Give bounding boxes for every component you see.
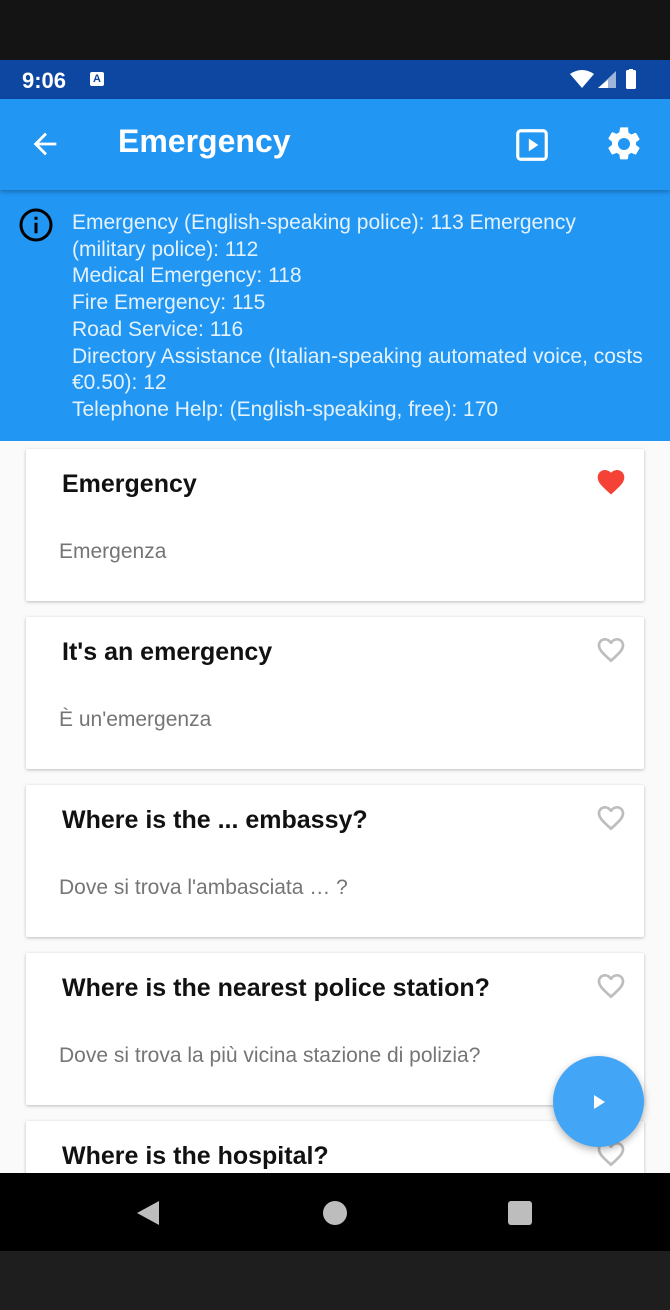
info-line: Telephone Help: (English-speaking, free)… [72,397,499,421]
phrase-english: Emergency [62,470,197,498]
notification-icon: A [90,72,104,86]
system-nav-bar [0,1173,670,1251]
favorite-heart-outline-icon[interactable] [594,634,628,666]
nav-home-icon[interactable] [323,1201,347,1225]
phrase-english: Where is the hospital? [62,1142,329,1170]
favorite-heart-outline-icon[interactable] [594,802,628,834]
info-line: Fire Emergency: 115 [72,291,266,315]
info-icon [19,208,53,242]
bottom-frame [0,1251,670,1310]
phrase-card[interactable]: Where is the hospital? [26,1121,644,1173]
play-fab-button[interactable] [553,1056,644,1147]
phrase-italian: Dove si trova la più vicina stazione di … [59,1044,481,1067]
info-text: Emergency (English-speaking police): 113… [72,210,647,424]
phrase-card[interactable]: Where is the ... embassy? Dove si trova … [26,785,644,937]
battery-icon [626,70,636,89]
gear-icon[interactable] [604,124,644,164]
page-title: Emergency [118,123,291,159]
info-line: Medical Emergency: 118 [72,264,302,288]
phrase-card[interactable]: Emergency Emergenza [26,449,644,601]
top-frame [0,0,670,60]
favorite-heart-outline-icon[interactable] [594,970,628,1002]
nav-recents-icon[interactable] [508,1201,532,1225]
phrase-english: It's an emergency [62,638,273,666]
slideshow-icon[interactable] [513,126,551,164]
info-line: Road Service: 116 [72,317,244,341]
info-line: Directory Assistance (Italian-speaking a… [72,344,643,395]
phrase-english: Where is the nearest police station? [62,974,490,1002]
phrase-card[interactable]: It's an emergency È un'emergenza [26,617,644,769]
info-line: Emergency (English-speaking police): 113… [72,211,576,261]
favorite-heart-filled-icon[interactable] [594,466,628,498]
wifi-icon [570,70,594,88]
status-time: 9:06 [22,68,67,93]
phrase-italian: È un'emergenza [59,708,212,731]
back-arrow-icon[interactable] [28,127,62,161]
play-icon [594,1095,605,1109]
phrase-english: Where is the ... embassy? [62,806,368,834]
status-indicators [568,69,648,91]
emergency-info-panel: Emergency (English-speaking police): 113… [0,190,670,441]
app-bar: Emergency [0,99,670,190]
nav-back-icon[interactable] [135,1199,161,1227]
phrase-card[interactable]: Where is the nearest police station? Dov… [26,953,644,1105]
phrase-italian: Emergenza [59,540,167,563]
status-bar: 9:06 A [0,60,670,99]
phrase-list: Emergency Emergenza It's an emergency È … [0,441,670,1173]
phrase-italian: Dove si trova l'ambasciata … ? [59,876,348,899]
